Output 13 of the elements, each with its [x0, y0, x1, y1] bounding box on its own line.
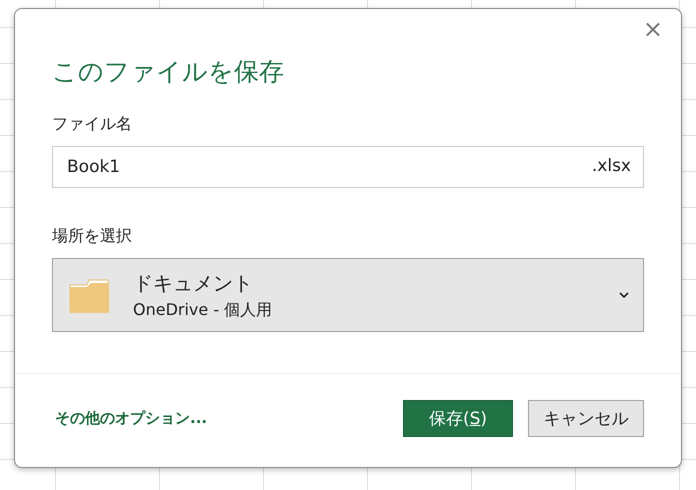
file-extension: .xlsx: [592, 156, 631, 176]
location-dropdown[interactable]: ドキュメント OneDrive - 個人用: [52, 258, 644, 332]
chevron-down-icon: [619, 292, 629, 298]
folder-icon: [69, 277, 111, 313]
close-button[interactable]: ×: [638, 17, 667, 41]
dialog-title: このファイルを保存: [52, 56, 285, 88]
field-label: ファイル名: [52, 114, 133, 135]
location-name: ドキュメント: [133, 270, 254, 296]
field-label: 場所を選択: [52, 226, 133, 247]
location-detail: OneDrive - 個人用: [133, 300, 274, 320]
more-options-link[interactable]: その他のオプション...: [55, 409, 403, 428]
cancel-button[interactable]: キャンセル: [528, 400, 644, 437]
save-button[interactable]: 保存(S): [403, 400, 513, 437]
